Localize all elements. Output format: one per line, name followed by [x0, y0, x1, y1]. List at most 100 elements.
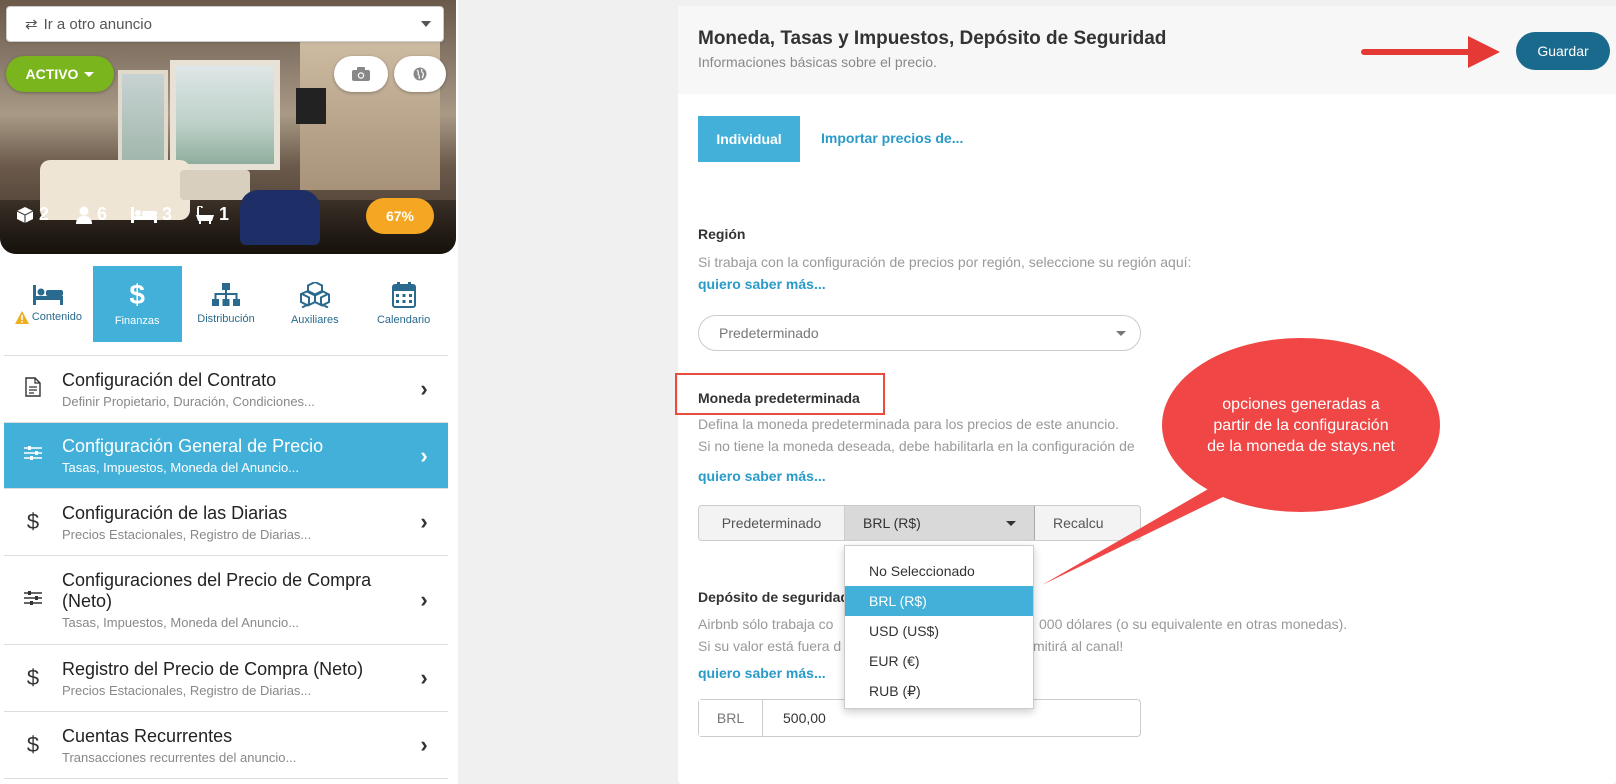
tab-contenido[interactable]: Contenido: [4, 266, 93, 342]
tab-finanzas[interactable]: $ Finanzas: [92, 266, 182, 342]
deposit-title: Depósito de seguridad: [698, 589, 849, 605]
rooms-stat: 2: [16, 204, 49, 225]
currency-default-segment[interactable]: Predeterminado: [699, 506, 845, 540]
swap-icon: ⇄: [25, 16, 38, 33]
price-settings-card: Moneda, Tasas y Impuestos, Depósito de S…: [675, 6, 1616, 784]
globe-icon: [413, 67, 427, 81]
tab-distribucion[interactable]: Distribución: [182, 266, 271, 342]
camera-icon: [352, 67, 370, 81]
menu-item-title: Registro del Precio de Compra (Neto): [62, 658, 364, 679]
currency-title: Moneda predeterminada: [698, 390, 860, 406]
currency-select[interactable]: BRL (R$): [845, 506, 1035, 540]
section-tabs: Contenido $ Finanzas Distribución Auxili…: [4, 266, 448, 342]
bed-icon: [131, 206, 157, 223]
menu-item-subtitle: Tasas, Impuestos, Moneda del Anuncio...: [62, 615, 300, 630]
menu-item-cuentas[interactable]: $ Cuentas Recurrentes Transacciones recu…: [4, 712, 448, 779]
menu-item-diarias[interactable]: $ Configuración de las Diarias Precios E…: [4, 489, 448, 556]
baths-stat: 1: [196, 204, 229, 225]
region-selected-value: Predeterminado: [719, 325, 819, 341]
menu-item-precio-general[interactable]: Configuración General de Precio Tasas, I…: [4, 423, 448, 489]
status-button[interactable]: ACTIVO: [6, 56, 114, 92]
document-icon: [20, 376, 46, 402]
chevron-right-icon: ›: [420, 442, 428, 468]
bed-icon: [33, 284, 64, 305]
tab-label: Calendario: [376, 314, 431, 326]
currency-recalc-segment[interactable]: Recalcu: [1035, 506, 1140, 540]
region-title: Región: [698, 226, 746, 242]
card-header: Moneda, Tasas y Impuestos, Depósito de S…: [678, 6, 1616, 94]
rooms-count: 2: [39, 204, 50, 224]
listing-switcher-label: Ir a otro anuncio: [43, 15, 152, 33]
currency-option[interactable]: USD (US$): [845, 616, 1033, 646]
tab-label: Contenido: [31, 311, 82, 323]
page-subtitle: Informaciones básicas sobre el precio.: [698, 54, 937, 70]
bath-icon: [196, 205, 214, 224]
import-prices-link[interactable]: Importar precios de...: [821, 130, 963, 146]
chevron-right-icon: ›: [420, 509, 428, 534]
mode-individual-button[interactable]: Individual: [698, 116, 800, 162]
chevron-right-icon: ›: [420, 587, 428, 612]
tab-auxiliares[interactable]: Auxiliares: [270, 266, 359, 342]
deposit-description-1-start: Airbnb sólo trabaja co: [698, 616, 834, 632]
chevron-right-icon: ›: [420, 732, 428, 757]
chevron-down-icon: [1116, 330, 1126, 336]
listing-sidebar: ⇄ Ir a otro anuncio ACTIVO 2 6 3 1 67% C…: [0, 0, 458, 784]
save-button[interactable]: Guardar: [1516, 32, 1610, 70]
deposit-description-2-start: Si su valor está fuera d: [698, 638, 842, 654]
currency-learn-more-link[interactable]: quiero saber más...: [698, 468, 826, 484]
region-select[interactable]: Predeterminado: [698, 315, 1141, 351]
finance-menu: Configuración del Contrato Definir Propi…: [4, 355, 448, 779]
tab-label: Auxiliares: [290, 314, 339, 326]
tab-label: Distribución: [197, 313, 255, 325]
dollar-icon: $: [129, 279, 145, 310]
sitemap-icon: [211, 283, 240, 306]
annotation-callout-text: opciones generadas a partir de la config…: [1207, 395, 1395, 455]
currency-option-selected[interactable]: BRL (R$): [845, 586, 1033, 616]
tab-calendario[interactable]: Calendario: [359, 266, 448, 342]
sliders-icon: [20, 590, 46, 611]
photos-button[interactable]: [334, 56, 388, 92]
annotation-callout: opciones generadas a partir de la config…: [1162, 338, 1440, 512]
sliders-icon: [20, 445, 46, 466]
region-description: Si trabaja con la configuración de preci…: [698, 254, 1192, 270]
menu-item-compra-registro[interactable]: $ Registro del Precio de Compra (Neto) P…: [4, 645, 448, 712]
dollar-icon: $: [26, 732, 40, 757]
page-title: Moneda, Tasas y Impuestos, Depósito de S…: [698, 28, 1167, 49]
menu-item-compra-config[interactable]: Configuraciones del Precio de Compra (Ne…: [4, 556, 448, 645]
dollar-icon: $: [26, 509, 40, 534]
status-label: ACTIVO: [25, 66, 79, 82]
menu-item-subtitle: Tasas, Impuestos, Moneda del Anuncio...: [62, 460, 300, 475]
listing-switcher[interactable]: ⇄ Ir a otro anuncio: [6, 6, 444, 42]
currency-description-1: Defina la moneda predeterminada para los…: [698, 416, 1120, 432]
currency-control: Predeterminado BRL (R$) Recalcu: [698, 505, 1141, 541]
deposit-learn-more-link[interactable]: quiero saber más...: [698, 665, 826, 681]
menu-item-subtitle: Definir Propietario, Duración, Condicion…: [62, 393, 315, 409]
guests-count: 6: [97, 204, 108, 224]
menu-item-subtitle: Transacciones recurrentes del anuncio...: [62, 749, 297, 765]
currency-option[interactable]: No Seleccionado: [845, 556, 1033, 586]
region-learn-more-link[interactable]: quiero saber más...: [698, 276, 826, 292]
menu-item-title: Configuración General de Precio: [62, 436, 324, 456]
currency-description-2: Si no tiene la moneda deseada, debe habi…: [698, 438, 1135, 454]
baths-count: 1: [219, 204, 230, 224]
menu-item-contrato[interactable]: Configuración del Contrato Definir Propi…: [4, 356, 448, 423]
deposit-currency-addon: BRL: [699, 700, 763, 736]
caret-down-icon: [84, 71, 95, 77]
menu-item-subtitle: Precios Estacionales, Registro de Diaria…: [62, 682, 312, 698]
beds-stat: 3: [131, 204, 172, 225]
chevron-right-icon: ›: [420, 376, 428, 401]
completion-badge: 67%: [366, 198, 434, 234]
currency-option[interactable]: EUR (€): [845, 646, 1033, 676]
dollar-icon: $: [26, 665, 40, 690]
calendar-icon: [391, 282, 416, 308]
guests-stat: 6: [76, 204, 107, 225]
chevron-down-icon: [421, 21, 431, 27]
map-button[interactable]: [394, 56, 446, 92]
cubes-icon: [299, 282, 330, 308]
user-icon: [76, 206, 92, 224]
currency-option[interactable]: RUB (₽): [845, 676, 1033, 706]
currency-dropdown-menu: No Seleccionado BRL (R$) USD (US$) EUR (…: [844, 545, 1034, 709]
beds-count: 3: [162, 204, 173, 224]
chevron-right-icon: ›: [420, 665, 428, 690]
tab-label: Finanzas: [114, 315, 160, 327]
